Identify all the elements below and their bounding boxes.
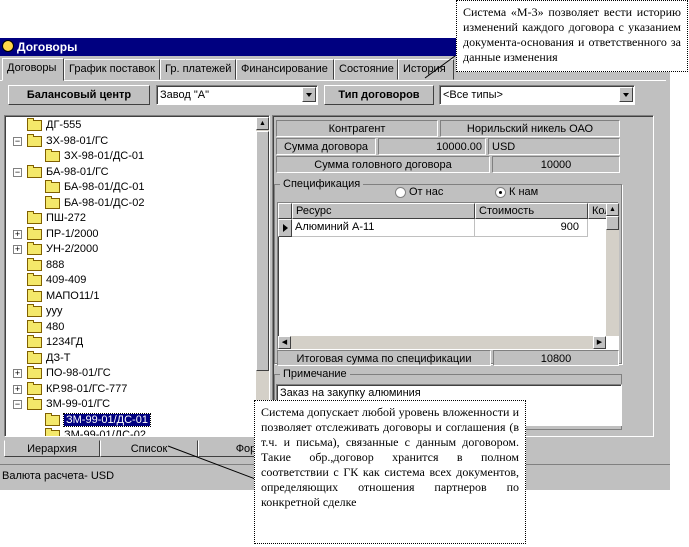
history-callout: Система «М-3» позволяет вести историю из… bbox=[456, 0, 688, 72]
bottom-callout-leader bbox=[167, 445, 259, 481]
top-callout-leader bbox=[424, 55, 456, 79]
nesting-callout: Система допускает любой уровень вложенно… bbox=[254, 400, 526, 544]
tab-contracts[interactable]: Договоры bbox=[2, 58, 64, 81]
